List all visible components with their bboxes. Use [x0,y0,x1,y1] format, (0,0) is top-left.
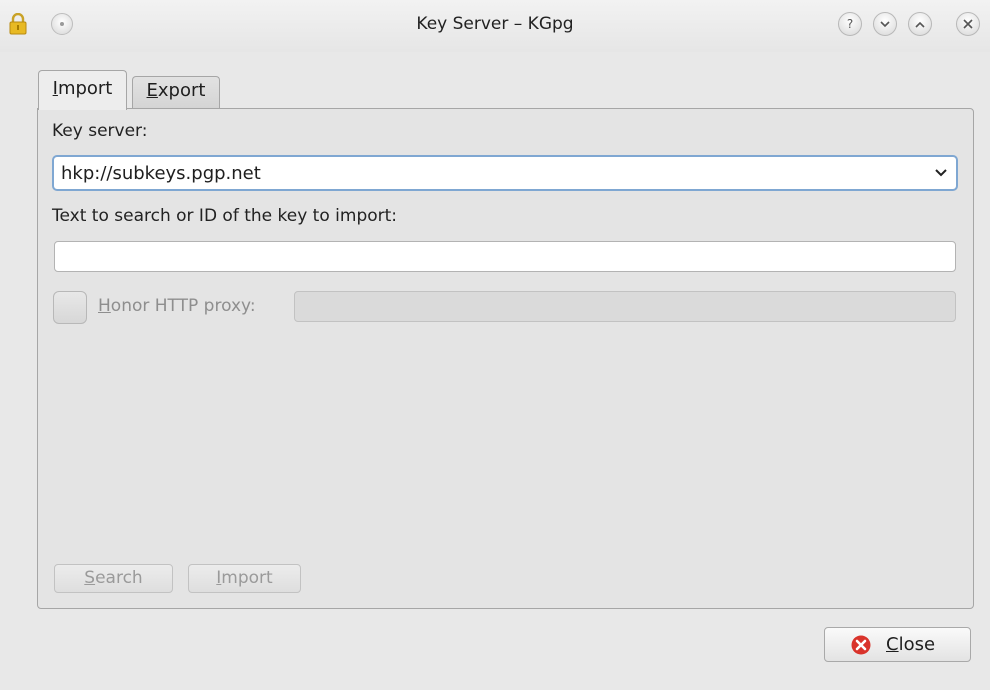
close-button-label: Close [886,634,935,655]
proxy-input[interactable] [294,291,956,322]
title-bar: Key Server – KGpg ? [0,0,990,52]
search-label: Text to search or ID of the key to impor… [52,206,398,226]
help-icon: ? [846,17,854,31]
import-button[interactable]: Import [188,564,301,593]
tab-import[interactable]: Import [38,70,127,110]
key-server-value: hkp://subkeys.pgp.net [61,163,261,184]
close-icon [963,19,973,29]
chevron-up-icon [915,21,925,28]
import-button-label: mport [221,568,273,588]
honor-proxy-label-text: onor HTTP proxy: [110,296,256,316]
help-button[interactable]: ? [838,12,862,36]
chevron-down-icon [880,21,890,28]
key-server-label: Key server: [52,121,148,141]
tab-export-mnemonic: E [146,80,158,101]
honor-proxy-mnemonic: H [98,296,111,316]
chevron-down-icon [935,169,947,177]
tab-export-label: xport [157,80,206,101]
search-button-label: earch [95,568,143,588]
close-button-mnemonic: C [886,634,899,655]
maximize-button[interactable] [908,12,932,36]
search-button[interactable]: Search [54,564,173,593]
honor-proxy-label: Honor HTTP proxy: [98,296,256,316]
close-button[interactable]: Close [824,627,971,662]
search-input[interactable] [54,241,956,272]
close-button-label-text: lose [898,634,936,655]
tab-import-label: mport [57,78,113,99]
close-window-button[interactable] [956,12,980,36]
close-circle-icon [851,635,871,655]
tab-export[interactable]: Export [132,76,220,109]
minimize-button[interactable] [873,12,897,36]
key-server-combobox[interactable]: hkp://subkeys.pgp.net [52,155,958,191]
honor-proxy-checkbox[interactable] [53,291,87,324]
search-button-mnemonic: S [84,568,96,588]
